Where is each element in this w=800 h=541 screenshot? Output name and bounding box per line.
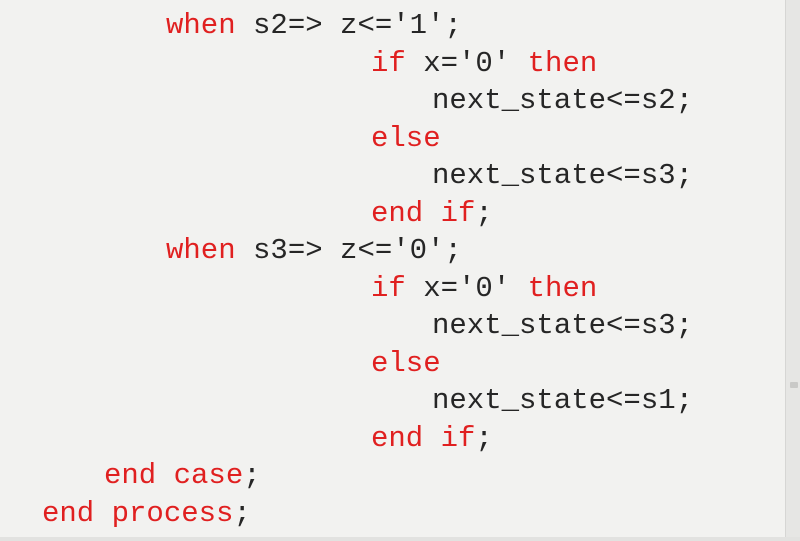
code-token: x='0' xyxy=(405,271,528,305)
keyword-token: then xyxy=(527,271,598,305)
keyword-token: when xyxy=(166,234,236,267)
keyword-token: end if xyxy=(371,196,476,230)
keyword-token: else xyxy=(371,346,441,380)
keyword-token: else xyxy=(371,121,441,155)
keyword-token: end if xyxy=(371,421,476,455)
bottom-border xyxy=(0,537,800,541)
code-token: next_state<=s3; xyxy=(432,159,694,192)
code-line: next_state<=s1; xyxy=(432,383,693,419)
code-line: when s2=> z<='1'; xyxy=(166,8,462,44)
code-line: else xyxy=(371,121,441,157)
code-token: next_state<=s1; xyxy=(432,384,694,417)
code-token: next_state<=s3; xyxy=(432,309,694,342)
code-token: next_state<=s2; xyxy=(432,84,694,117)
code-line: end process; xyxy=(42,496,251,532)
code-token: ; xyxy=(475,421,493,455)
code-token: s3=> z<='0'; xyxy=(235,234,462,267)
code-token: ; xyxy=(475,196,493,230)
code-line: end if; xyxy=(371,421,493,457)
code-token: ; xyxy=(233,496,251,530)
keyword-token: end case xyxy=(104,459,244,492)
code-token: s2=> z<='1'; xyxy=(235,9,462,42)
code-line: next_state<=s2; xyxy=(432,83,693,119)
keyword-token: if xyxy=(371,46,406,80)
code-line: if x='0' then xyxy=(371,46,597,82)
code-line: when s3=> z<='0'; xyxy=(166,233,462,269)
code-line: next_state<=s3; xyxy=(432,158,693,194)
keyword-token: end process xyxy=(42,496,234,530)
code-line: if x='0' then xyxy=(371,271,597,307)
keyword-token: when xyxy=(166,9,236,42)
keyword-token: if xyxy=(371,271,406,305)
code-line: else xyxy=(371,346,441,382)
keyword-token: then xyxy=(527,46,598,80)
code-line: next_state<=s3; xyxy=(432,308,693,344)
scroll-thumb[interactable] xyxy=(790,382,798,388)
code-line: end if; xyxy=(371,196,493,232)
code-line: end case; xyxy=(104,458,261,494)
code-token: ; xyxy=(243,459,261,492)
scrollbar[interactable] xyxy=(785,0,800,541)
code-token: x='0' xyxy=(405,46,528,80)
code-slide: when s2=> z<='1'; if x='0' then next_state… xyxy=(0,0,786,541)
